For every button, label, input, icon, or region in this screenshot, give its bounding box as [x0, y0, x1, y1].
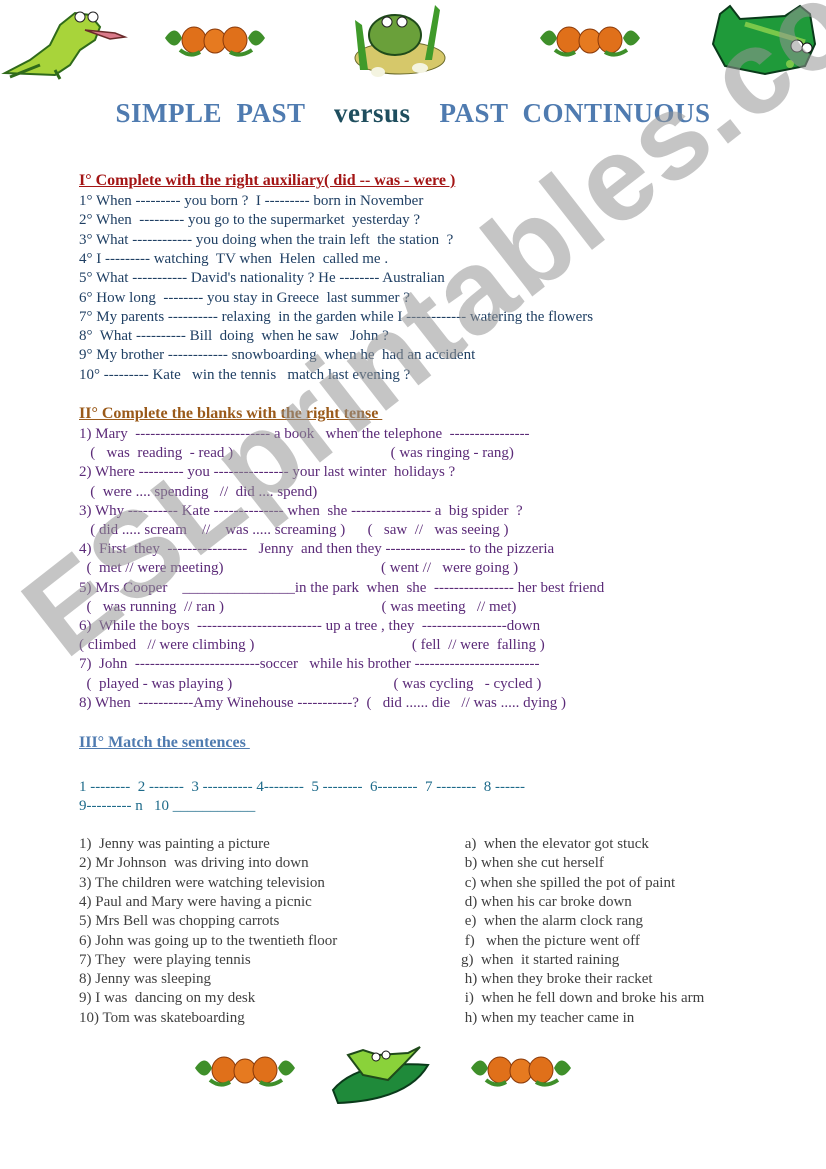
pumpkin-group: [165, 26, 265, 57]
section2-heading: II° Complete the blanks with the right t…: [79, 405, 383, 422]
match-sentence[interactable]: 7) They were playing tennis: [79, 951, 251, 970]
title-simple-past: SIMPLE PAST: [115, 98, 305, 128]
match-clause[interactable]: b) when she cut herself: [461, 854, 604, 873]
page-title: SIMPLE PAST versus PAST CONTINUOUS: [0, 98, 826, 129]
exercise-line[interactable]: 10° --------- Kate win the tennis match …: [79, 366, 410, 385]
exercise-line[interactable]: ( were .... spending // did .... spend): [79, 483, 317, 502]
frog-on-leaf-image: [331, 1046, 430, 1105]
exercise-line[interactable]: 4° I --------- watching TV when Helen ca…: [79, 250, 388, 269]
match-clause[interactable]: a) when the elevator got stuck: [461, 835, 649, 854]
exercise-line[interactable]: 1° When --------- you born ? I ---------…: [79, 192, 423, 211]
match-sentence[interactable]: 9) I was dancing on my desk: [79, 989, 255, 1008]
match-clause[interactable]: e) when the alarm clock rang: [461, 912, 643, 931]
answer-line-2[interactable]: 9--------- n 10 ___________: [79, 797, 255, 816]
exercise-line[interactable]: 2° When --------- you go to the supermar…: [79, 211, 420, 230]
match-clause[interactable]: h) when my teacher came in: [461, 1009, 635, 1028]
exercise-line[interactable]: ( climbed // were climbing ) ( fell // w…: [79, 636, 545, 655]
pumpkins-image: [195, 1056, 295, 1087]
exercise-line[interactable]: 4) First they ---------------- Jenny and…: [79, 540, 554, 559]
section3-heading: III° Match the sentences: [79, 734, 250, 751]
match-sentence[interactable]: 6) John was going up to the twentieth fl…: [79, 932, 337, 951]
match-clause[interactable]: d) when his car broke down: [461, 893, 632, 912]
match-clause[interactable]: i) when he fell down and broke his arm: [461, 989, 705, 1008]
match-sentence[interactable]: 2) Mr Johnson was driving into down: [79, 854, 309, 873]
exercise-line[interactable]: ( played - was playing ) ( was cycling -…: [79, 675, 542, 694]
exercise-line[interactable]: 1) Mary --------------------------- a bo…: [79, 425, 530, 444]
match-sentence[interactable]: 8) Jenny was sleeping: [79, 970, 211, 989]
jumping-frog-image: [1, 11, 128, 80]
match-clause[interactable]: c) when she spilled the pot of paint: [461, 874, 675, 893]
exercise-line[interactable]: ( met // were meeting) ( went // were go…: [79, 559, 519, 578]
green-frog-image: [711, 4, 817, 76]
pumpkins-image: [471, 1056, 571, 1087]
match-sentence[interactable]: 10) Tom was skateboarding: [79, 1009, 245, 1028]
match-clause[interactable]: f) when the picture went off: [461, 932, 640, 951]
exercise-line[interactable]: 6° How long -------- you stay in Greece …: [79, 289, 410, 308]
match-clause[interactable]: g) when it started raining: [461, 951, 619, 970]
section1-heading: I° Complete with the right auxiliary( di…: [79, 172, 456, 189]
match-sentence[interactable]: 5) Mrs Bell was chopping carrots: [79, 912, 279, 931]
exercise-line[interactable]: 7° My parents ---------- relaxing in the…: [79, 308, 593, 327]
exercise-line[interactable]: ( was running // ran ) ( was meeting // …: [79, 598, 517, 617]
match-sentence[interactable]: 4) Paul and Mary were having a picnic: [79, 893, 312, 912]
pumpkins-image: [540, 26, 640, 57]
match-sentence[interactable]: 1) Jenny was painting a picture: [79, 835, 270, 854]
exercise-line[interactable]: 8) When -----------Amy Winehouse -------…: [79, 694, 566, 713]
exercise-line[interactable]: 8° What ---------- Bill doing when he sa…: [79, 327, 389, 346]
exercise-line[interactable]: 5) Mrs Cooper _______________in the park…: [79, 579, 604, 598]
exercise-line[interactable]: ( did ..... scream // was ..... screamin…: [79, 521, 508, 540]
match-clause[interactable]: h) when they broke their racket: [461, 970, 653, 989]
pumpkins-image: [165, 26, 265, 57]
exercise-line[interactable]: ( was reading - read ) ( was ringing - r…: [79, 444, 514, 463]
title-past-continuous: PAST CONTINUOUS: [439, 98, 711, 128]
title-versus: versus: [333, 98, 411, 128]
exercise-line[interactable]: 5° What ----------- David's nationality …: [79, 269, 445, 288]
exercise-line[interactable]: 3° What ------------ you doing when the …: [79, 231, 453, 250]
exercise-line[interactable]: 6) While the boys ----------------------…: [79, 617, 540, 636]
exercise-line[interactable]: 7) John -------------------------soccer …: [79, 655, 540, 674]
exercise-line[interactable]: 9° My brother ------------ snowboarding …: [79, 346, 475, 365]
frog-on-rock-image: [354, 5, 446, 77]
answer-line-1[interactable]: 1 -------- 2 ------- 3 ---------- 4-----…: [79, 778, 525, 797]
match-sentence[interactable]: 3) The children were watching television: [79, 874, 325, 893]
exercise-line[interactable]: 2) Where --------- you --------------- y…: [79, 463, 455, 482]
exercise-line[interactable]: 3) Why ---------- Kate -------------- wh…: [79, 502, 523, 521]
